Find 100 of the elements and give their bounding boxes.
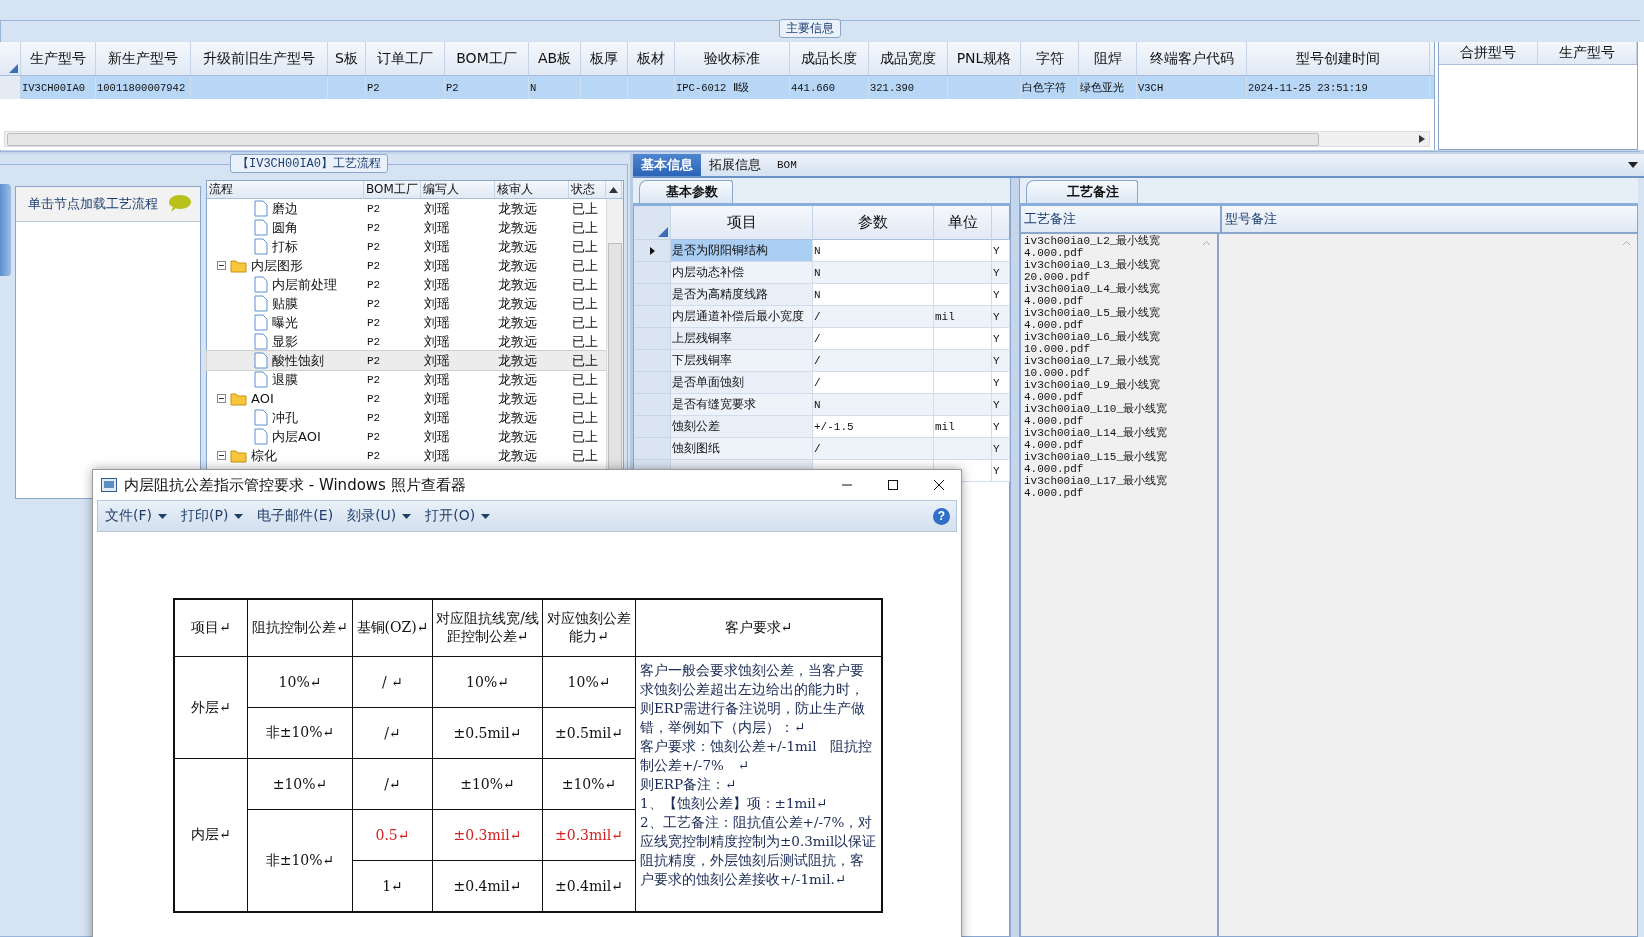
caret-icon[interactable] [402, 513, 412, 519]
menu-item[interactable]: 文件(F) [98, 507, 174, 525]
table-row[interactable]: 是否为阴阳铜结构 N Y [634, 240, 1009, 262]
column-header[interactable]: 生产型号 [1538, 42, 1637, 64]
column-header[interactable]: 新生产型号 [96, 42, 191, 75]
tree-row[interactable]: 内层AOI P2 刘瑶 龙敦远 已上 [207, 427, 606, 446]
menu-item[interactable]: 打开(O) [418, 507, 498, 525]
column-header[interactable]: 板厚 [581, 42, 628, 75]
column-header[interactable]: 状态 [569, 181, 606, 198]
tree-row[interactable]: 显影 P2 刘瑶 龙敦远 已上 [207, 332, 606, 351]
table-row[interactable]: 下层残铜率 / Y [634, 350, 1009, 372]
step-name: 棕化 [251, 446, 277, 465]
column-header[interactable]: 成品长度 [790, 42, 869, 75]
table-cell: 是否有缝宽要求 [672, 396, 756, 413]
horizontal-scrollbar[interactable] [4, 131, 1430, 147]
vertical-scrollbar[interactable] [606, 199, 623, 469]
table-header: 对应蚀刻公差能力↵ [547, 610, 631, 644]
tree-row[interactable]: 冲孔 P2 刘瑶 龙敦远 已上 [207, 408, 606, 427]
table-header: 客户要求↵ [724, 619, 793, 635]
column-header[interactable]: 升级前旧生产型号 [191, 42, 328, 75]
tab[interactable]: 工艺备注 [1026, 180, 1138, 203]
table-row[interactable]: 是否为高精度线路 N Y [634, 284, 1009, 306]
table-row[interactable]: 内层动态补偿 N Y [634, 262, 1009, 284]
step-name: 贴膜 [272, 294, 298, 313]
column-header[interactable]: 生产型号 [21, 42, 96, 75]
notes-box[interactable] [1021, 234, 1219, 936]
tree-row[interactable]: 酸性蚀刻 P2 刘瑶 龙敦远 已上 [207, 351, 606, 370]
column-header[interactable]: 流程 [207, 181, 364, 198]
tree-row[interactable]: 贴膜 P2 刘瑶 龙敦远 已上 [207, 294, 606, 313]
corner-icon [658, 227, 668, 237]
collapse-icon[interactable] [217, 261, 226, 270]
scroll-right-icon[interactable] [1419, 135, 1425, 143]
column-header[interactable]: 成品宽度 [869, 42, 948, 75]
column-header[interactable]: AB板 [529, 42, 581, 75]
table-cell: N [814, 398, 821, 411]
table-cell: ±0.3mil↵ [453, 827, 522, 843]
tab[interactable]: 拓展信息 [701, 154, 769, 176]
caret-icon[interactable] [158, 513, 167, 519]
column-header[interactable]: S板 [328, 42, 366, 75]
table-row[interactable]: 蚀刻图纸 / Y [634, 438, 1009, 460]
column-header[interactable]: 订单工厂 [366, 42, 445, 75]
table-cell: 已上 [572, 408, 598, 427]
table-cell: 10%↵ [278, 674, 322, 690]
table-cell: 刘瑶 [424, 427, 450, 446]
column-header[interactable]: 验收标准 [675, 42, 790, 75]
table-cell: P2 [367, 259, 381, 272]
note-line: 4.000.pdf [1023, 391, 1084, 403]
help-button[interactable]: ? [933, 507, 950, 525]
column-header[interactable]: 阻焊 [1079, 42, 1137, 75]
column-header[interactable]: BOM工厂 [445, 42, 529, 75]
caret-icon[interactable] [481, 513, 491, 519]
menu-item[interactable]: 刻录(U) [340, 507, 419, 525]
table-cell: 已上 [572, 332, 598, 351]
table-cell: P2 [367, 373, 381, 386]
tree-row[interactable]: 打标 P2 刘瑶 龙敦远 已上 [207, 237, 606, 256]
column-header[interactable]: PNL规格 [948, 42, 1021, 75]
column-header[interactable]: 合拼型号 [1439, 42, 1538, 64]
column-header[interactable]: 型号备注 [1222, 206, 1637, 232]
column-header[interactable]: 字符 [1021, 42, 1079, 75]
table-row[interactable]: 上层残铜率 / Y [634, 328, 1009, 350]
dropdown-icon[interactable] [1628, 162, 1638, 168]
scroll-up-icon[interactable] [609, 186, 618, 193]
menu-item[interactable]: 电子邮件(E) [250, 507, 341, 525]
tree-row[interactable]: AOI P2 刘瑶 龙敦远 已上 [207, 389, 606, 408]
close-icon[interactable] [933, 479, 945, 491]
column-header[interactable]: 核审人 [495, 181, 569, 198]
column-header[interactable]: 板材 [628, 42, 675, 75]
tree-row[interactable]: 棕化 P2 刘瑶 龙敦远 已上 [207, 446, 606, 465]
table-cell: P2 [367, 392, 381, 405]
tab[interactable]: BOM [769, 154, 805, 176]
tree-row[interactable]: 内层前处理 P2 刘瑶 龙敦远 已上 [207, 275, 606, 294]
table-cell: / [814, 332, 821, 345]
tree-row[interactable]: 圆角 P2 刘瑶 龙敦远 已上 [207, 218, 606, 237]
maximize-icon[interactable] [887, 479, 899, 491]
column-header[interactable]: 型号创建时间 [1247, 42, 1430, 75]
collapse-icon[interactable] [217, 394, 226, 403]
table-cell: 已上 [572, 370, 598, 389]
collapse-icon[interactable] [217, 451, 226, 460]
table-cell: 已上 [572, 446, 598, 465]
step-name: 内层前处理 [272, 275, 337, 294]
tab[interactable]: 基本信息 [633, 154, 701, 176]
table-row[interactable]: IV3CH00IA0 10011800007942 P2 P2 N IPC-6012 Ⅱ级 441.660 321.390 白色字符 绿色亚光 V3CH 2024-11-25 23:51:19 [0, 76, 1434, 99]
tab[interactable]: 基本参数 [639, 180, 733, 203]
note-line: 4.000.pdf [1023, 439, 1084, 451]
tree-row[interactable]: 退膜 P2 刘瑶 龙敦远 已上 [207, 370, 606, 389]
column-header[interactable]: 终端客户代码 [1137, 42, 1247, 75]
table-cell: 内层动态补偿 [672, 264, 744, 281]
menu-item[interactable]: 打印(P) [174, 507, 251, 525]
column-header[interactable]: 编写人 [421, 181, 495, 198]
table-cell: P2 [367, 449, 381, 462]
tree-row[interactable]: 磨边 P2 刘瑶 龙敦远 已上 [207, 199, 606, 218]
table-row[interactable]: 蚀刻公差 +/-1.5 mil Y [634, 416, 1009, 438]
table-row[interactable]: 是否有缝宽要求 N Y [634, 394, 1009, 416]
column-header[interactable]: 工艺备注 [1021, 206, 1222, 232]
column-header[interactable]: BOM工厂 [364, 181, 421, 198]
caret-icon[interactable] [234, 513, 244, 519]
tree-row[interactable]: 曝光 P2 刘瑶 龙敦远 已上 [207, 313, 606, 332]
tree-row[interactable]: 内层图形 P2 刘瑶 龙敦远 已上 [207, 256, 606, 275]
table-row[interactable]: 内层通道补偿后最小宽度 / mil Y [634, 306, 1009, 328]
table-row[interactable]: 是否单面蚀刻 / Y [634, 372, 1009, 394]
